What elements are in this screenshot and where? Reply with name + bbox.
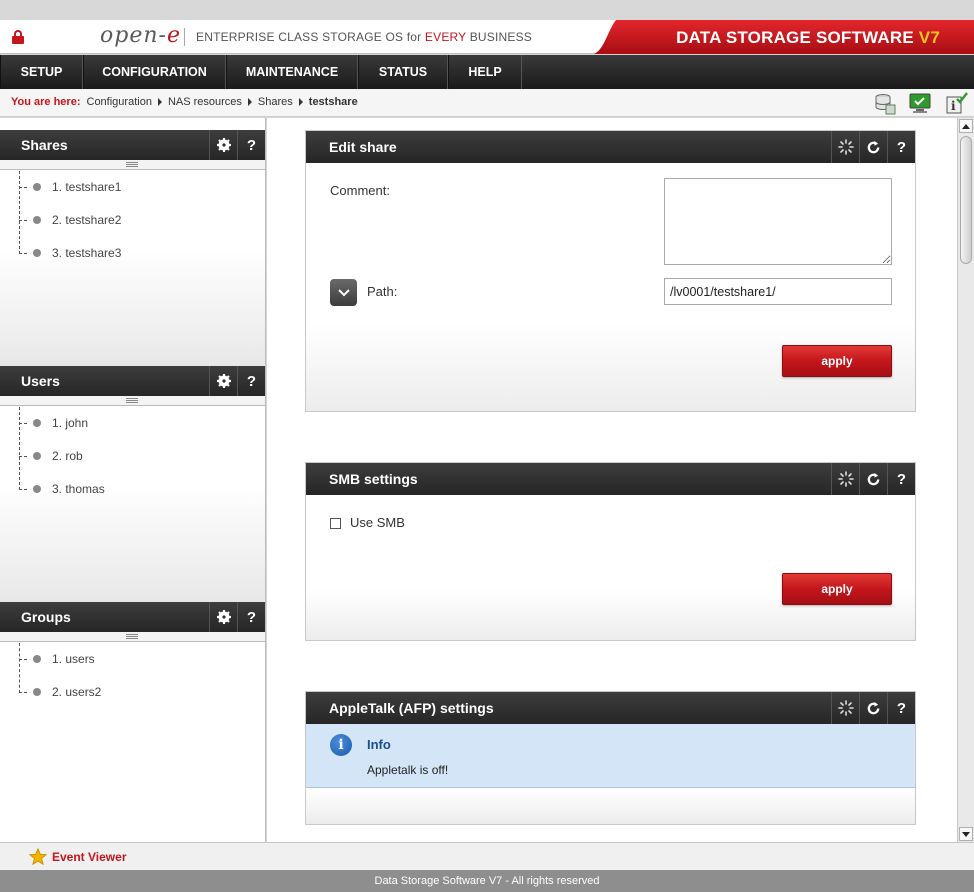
database-icon[interactable]: [872, 91, 896, 115]
refresh-icon[interactable]: [859, 131, 887, 163]
users-panel-body: [0, 407, 265, 602]
smb-settings-box: SMB settings ? Use SMB apply: [305, 462, 916, 641]
star-icon: [28, 847, 48, 866]
refresh-icon[interactable]: [859, 463, 887, 495]
help-icon[interactable]: ?: [887, 463, 915, 495]
breadcrumb-item[interactable]: NAS resources: [168, 96, 242, 108]
breadcrumb-item[interactable]: Configuration: [87, 96, 152, 108]
chevron-down-icon: [337, 288, 350, 296]
product-banner: DATA STORAGE SOFTWARE V7: [594, 20, 974, 54]
tree-item-users[interactable]: 1. users: [19, 649, 95, 669]
top-strip: [0, 0, 974, 20]
afp-settings-title: AppleTalk (AFP) settings: [329, 700, 494, 716]
comment-label: Comment:: [330, 183, 390, 198]
users-panel-title: Users: [21, 373, 60, 389]
footer: Data Storage Software V7 - All rights re…: [0, 870, 974, 892]
breadcrumb-current: testshare: [308, 96, 358, 108]
tree-item-users2[interactable]: 2. users2: [19, 682, 101, 702]
gear-icon[interactable]: [209, 130, 237, 160]
scroll-up-arrow-icon[interactable]: [959, 119, 973, 133]
help-icon[interactable]: ?: [887, 692, 915, 724]
scrollbar-thumb[interactable]: [960, 136, 972, 264]
afp-settings-box: AppleTalk (AFP) settings ? i Info Applet…: [305, 691, 916, 825]
info-icon: i: [330, 734, 352, 756]
edit-share-box: Edit share ? Comment: Path: apply: [305, 130, 916, 412]
breadcrumb-bar: You are here: Configuration NAS resource…: [0, 89, 974, 117]
nav-status[interactable]: STATUS: [358, 55, 448, 89]
shares-panel-body: [0, 171, 265, 366]
open-e-logo: open-e: [100, 23, 181, 48]
breadcrumb-arrow-icon: [157, 98, 162, 106]
info-check-icon[interactable]: i: [944, 91, 968, 115]
path-label: Path:: [367, 284, 398, 299]
users-resize-grip[interactable]: [0, 396, 265, 406]
nav-setup[interactable]: SETUP: [0, 55, 83, 89]
tree-item-john[interactable]: 1. john: [19, 413, 88, 433]
groups-panel-title: Groups: [21, 609, 71, 625]
spinner-icon: [831, 692, 859, 724]
tree-item-testshare2[interactable]: 2. testshare2: [19, 210, 121, 230]
tagline: ENTERPRISE CLASS STORAGE OS for EVERY BU…: [196, 30, 532, 44]
scroll-down-arrow-icon[interactable]: [959, 827, 973, 841]
svg-text:i: i: [951, 99, 956, 113]
tree-item-testshare3[interactable]: 3. testshare3: [19, 243, 121, 263]
monitor-check-icon[interactable]: [908, 91, 932, 115]
users-panel-header: Users ?: [0, 366, 265, 396]
breadcrumb-arrow-icon: [298, 98, 303, 106]
lock-icon[interactable]: [12, 30, 24, 44]
tree-item-rob[interactable]: 2. rob: [19, 446, 83, 466]
event-viewer-bar: Event Viewer: [0, 842, 974, 870]
main-scrollbar[interactable]: [957, 118, 974, 842]
breadcrumb-arrow-icon: [247, 98, 252, 106]
tree-item-testshare1[interactable]: 1. testshare1: [19, 177, 121, 197]
spinner-icon: [831, 463, 859, 495]
gear-icon[interactable]: [209, 602, 237, 632]
shares-resize-grip[interactable]: [0, 160, 265, 170]
use-smb-label: Use SMB: [350, 515, 405, 530]
groups-resize-grip[interactable]: [0, 632, 265, 642]
smb-settings-title: SMB settings: [329, 471, 418, 487]
main-nav: SETUP CONFIGURATION MAINTENANCE STATUS H…: [0, 55, 974, 89]
breadcrumb-prefix: You are here:: [11, 96, 81, 108]
edit-share-apply-button[interactable]: apply: [782, 345, 892, 377]
help-icon[interactable]: ?: [237, 366, 265, 396]
smb-settings-header: SMB settings ?: [306, 463, 915, 495]
shares-panel-header: Shares ?: [0, 130, 265, 160]
use-smb-checkbox[interactable]: [330, 518, 341, 529]
event-viewer-link[interactable]: Event Viewer: [52, 850, 126, 864]
help-icon[interactable]: ?: [237, 130, 265, 160]
path-input[interactable]: [664, 278, 892, 305]
smb-apply-button[interactable]: apply: [782, 573, 892, 605]
afp-settings-body: i Info Appletalk is off!: [306, 724, 915, 824]
info-text: Appletalk is off!: [367, 763, 449, 777]
breadcrumb: You are here: Configuration NAS resource…: [11, 96, 358, 108]
shares-panel-title: Shares: [21, 137, 68, 153]
edit-share-title: Edit share: [329, 139, 397, 155]
app-header: open-e ENTERPRISE CLASS STORAGE OS for E…: [0, 20, 974, 54]
afp-settings-header: AppleTalk (AFP) settings ?: [306, 692, 915, 724]
gear-icon[interactable]: [209, 366, 237, 396]
nav-configuration[interactable]: CONFIGURATION: [83, 55, 226, 89]
path-expand-button[interactable]: [330, 279, 357, 306]
comment-textarea[interactable]: [664, 178, 892, 265]
edit-share-header: Edit share ?: [306, 131, 915, 163]
refresh-icon[interactable]: [859, 692, 887, 724]
nav-help[interactable]: HELP: [448, 55, 522, 89]
spinner-icon: [831, 131, 859, 163]
breadcrumb-item[interactable]: Shares: [258, 96, 293, 108]
edit-share-body: Comment: Path: apply: [306, 163, 915, 411]
main-content: Edit share ? Comment: Path: apply: [267, 118, 957, 842]
info-title: Info: [367, 737, 391, 752]
help-icon[interactable]: ?: [887, 131, 915, 163]
left-sidebar: Shares ? 1. testshare1 2. testshare2 3. …: [0, 118, 266, 842]
afp-info-message: i Info Appletalk is off!: [306, 724, 915, 788]
groups-panel-header: Groups ?: [0, 602, 265, 632]
nav-maintenance[interactable]: MAINTENANCE: [226, 55, 358, 89]
tree-item-thomas[interactable]: 3. thomas: [19, 479, 105, 499]
help-icon[interactable]: ?: [237, 602, 265, 632]
smb-settings-body: Use SMB apply: [306, 495, 915, 640]
header-divider: [184, 28, 185, 46]
product-name: DATA STORAGE SOFTWARE V7: [676, 28, 940, 47]
